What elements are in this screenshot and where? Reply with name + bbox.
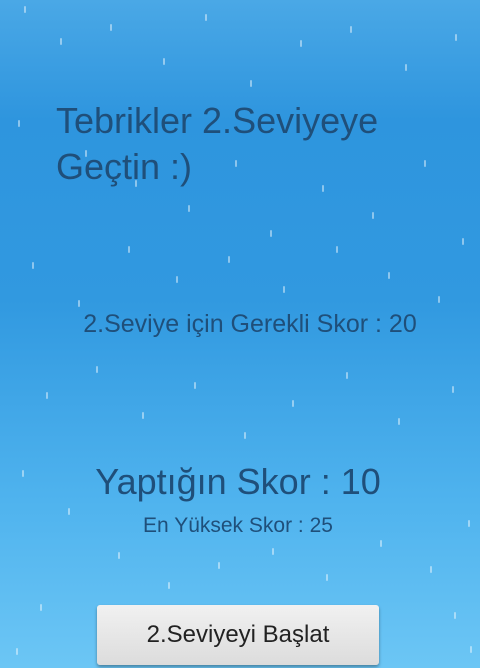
rain-drop <box>430 566 432 573</box>
rain-drop <box>16 648 18 655</box>
rain-drop <box>228 256 230 263</box>
rain-drop <box>455 34 457 41</box>
rain-drop <box>292 400 294 407</box>
rain-drop <box>346 372 348 379</box>
rain-drop <box>168 582 170 589</box>
rain-drop <box>326 574 328 581</box>
high-score-text: En Yüksek Skor : 25 <box>143 514 333 537</box>
rain-drop <box>32 262 34 269</box>
start-level-button[interactable]: 2.Seviyeyi Başlat <box>97 605 379 665</box>
rain-drop <box>60 38 62 45</box>
rain-drop <box>350 26 352 33</box>
level-complete-screen: Tebrikler 2.Seviyeye Geçtin :) 2.Seviye … <box>0 0 480 668</box>
rain-drop <box>372 212 374 219</box>
required-score-text: 2.Seviye için Gerekli Skor : 20 <box>83 310 417 338</box>
rain-drop <box>194 382 196 389</box>
rain-drop <box>250 80 252 87</box>
rain-drop <box>110 24 112 31</box>
rain-drop <box>78 300 80 307</box>
rain-drop <box>388 272 390 279</box>
rain-drop <box>163 58 165 65</box>
rain-drop <box>454 612 456 619</box>
rain-drop <box>205 14 207 21</box>
rain-drop <box>398 418 400 425</box>
rain-drop <box>24 6 26 13</box>
rain-drop <box>470 646 472 653</box>
rain-drop <box>40 604 42 611</box>
rain-drop <box>380 540 382 547</box>
rain-drop <box>46 392 48 399</box>
rain-drop <box>300 40 302 47</box>
rain-drop <box>142 412 144 419</box>
rain-drop <box>438 296 440 303</box>
rain-drop <box>272 548 274 555</box>
congratulations-title: Tebrikler 2.Seviyeye Geçtin :) <box>56 100 379 187</box>
rain-drop <box>336 246 338 253</box>
rain-drop <box>462 238 464 245</box>
rain-drop <box>452 386 454 393</box>
rain-drop <box>188 205 190 212</box>
rain-drop <box>176 276 178 283</box>
rain-drop <box>270 230 272 237</box>
rain-drop <box>128 246 130 253</box>
rain-drop <box>405 64 407 71</box>
rain-drop <box>244 432 246 439</box>
rain-drop <box>283 286 285 293</box>
rain-drop <box>96 366 98 373</box>
rain-drop <box>218 562 220 569</box>
your-score-text: Yaptığın Skor : 10 <box>95 461 381 502</box>
rain-drop <box>18 120 20 127</box>
rain-drop <box>118 552 120 559</box>
